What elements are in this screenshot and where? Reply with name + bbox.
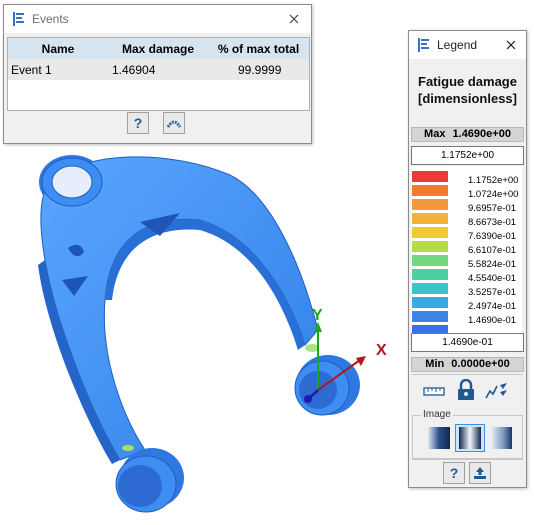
- lock-button[interactable]: [453, 378, 479, 402]
- max-value: 1.4690e+00: [452, 128, 511, 140]
- min-label: Min: [425, 358, 445, 370]
- color-scale-label: 5.5824e-01: [468, 259, 517, 270]
- ruler-icon: [423, 387, 445, 396]
- color-swatch: [412, 241, 448, 252]
- color-swatch: [412, 199, 448, 210]
- color-swatch: [412, 311, 448, 322]
- app-logo-icon: [13, 12, 24, 26]
- min-value: 0.0000e+00: [451, 358, 510, 370]
- events-scale-button[interactable]: [163, 112, 185, 134]
- help-label: ?: [133, 115, 143, 131]
- image-option-3[interactable]: [487, 425, 515, 451]
- gradient-dark-icon: [428, 427, 450, 449]
- color-scale-label: 6.6107e-01: [468, 245, 517, 256]
- column-header-name[interactable]: Name: [8, 38, 108, 59]
- table-row[interactable]: Event 1 1.46904 99.9999: [8, 59, 309, 80]
- color-scale-label: 7.6390e-01: [468, 231, 517, 242]
- legend-panel: Legend Fatigue damage [dimensionless] Ma…: [408, 30, 527, 488]
- app-logo-icon: [418, 38, 429, 52]
- gradient-light-icon: [490, 427, 512, 449]
- column-header-percent[interactable]: % of max total: [208, 38, 309, 59]
- color-scale-label: 3.5257e-01: [468, 287, 517, 298]
- image-group: [412, 415, 523, 459]
- export-icon: [474, 467, 486, 479]
- events-help-button[interactable]: ?: [127, 112, 149, 134]
- color-swatch: [412, 227, 448, 238]
- upper-limit-input[interactable]: 1.1752e+00: [411, 146, 524, 165]
- legend-divider-bottom: [412, 459, 523, 460]
- event-max-damage: 1.46904: [108, 59, 208, 80]
- legend-heading: Fatigue damage [dimensionless]: [412, 73, 523, 107]
- legend-quantity: Fatigue damage: [418, 74, 517, 89]
- image-group-label: Image: [421, 409, 453, 420]
- legend-units: [dimensionless]: [418, 91, 517, 106]
- event-name: Event 1: [8, 59, 108, 80]
- close-icon: [289, 14, 299, 24]
- color-scale-label: 1.1752e+00: [468, 175, 519, 186]
- column-header-max-damage[interactable]: Max damage: [108, 38, 208, 59]
- close-icon: [506, 40, 516, 50]
- suspension-arm-model: [38, 155, 360, 513]
- color-swatch: [412, 297, 448, 308]
- legend-divider: [412, 374, 523, 375]
- axis-y-label: Y: [312, 307, 323, 324]
- color-scale-label: 1.0724e+00: [468, 189, 519, 200]
- color-swatch: [412, 283, 448, 294]
- help-label: ?: [449, 465, 459, 481]
- max-label: Max: [424, 128, 446, 140]
- color-swatch: [412, 171, 448, 182]
- events-panel: Events Name Max damage % of max total Ev…: [3, 4, 312, 144]
- color-scale-label: 1.4690e-01: [468, 315, 517, 326]
- color-swatch: [412, 255, 448, 266]
- color-swatch: [412, 213, 448, 224]
- image-option-1[interactable]: [425, 425, 453, 451]
- lower-limit-input[interactable]: 1.4690e-01: [411, 333, 524, 352]
- events-close-button[interactable]: [285, 10, 303, 28]
- events-title: Events: [32, 12, 69, 26]
- events-table: Name Max damage % of max total Event 1 1…: [7, 37, 310, 111]
- color-scale: 1.1752e+00 1.0724e+00 9.6957e-01 8.6673e-01…: [411, 166, 522, 338]
- color-scale-label: 4.5540e-01: [468, 273, 517, 284]
- color-scale-label: 8.6673e-01: [468, 217, 517, 228]
- probe-icon: [485, 383, 507, 399]
- axis-x-label: X: [376, 342, 387, 359]
- events-titlebar[interactable]: Events: [4, 5, 311, 33]
- color-scale-label: 2.4974e-01: [468, 301, 517, 312]
- legend-min-bar: Min 0.0000e+00: [411, 357, 524, 372]
- gradient-center-icon: [459, 427, 481, 449]
- gauge-icon: [166, 120, 182, 128]
- legend-title: Legend: [437, 38, 478, 52]
- legend-help-button[interactable]: ?: [443, 462, 465, 484]
- legend-close-button[interactable]: [502, 36, 520, 54]
- color-swatch: [412, 185, 448, 196]
- legend-max-bar: Max 1.4690e+00: [411, 127, 524, 142]
- event-percent: 99.9999: [208, 59, 309, 80]
- color-swatch: [412, 269, 448, 280]
- legend-titlebar[interactable]: Legend: [409, 31, 526, 59]
- ruler-button[interactable]: [421, 379, 447, 403]
- image-option-2[interactable]: [455, 424, 485, 452]
- lock-icon: [458, 379, 474, 400]
- legend-export-button[interactable]: [469, 462, 491, 484]
- probe-button[interactable]: [483, 379, 509, 403]
- events-table-header: Name Max damage % of max total: [8, 38, 309, 59]
- color-scale-label: 9.6957e-01: [468, 203, 517, 214]
